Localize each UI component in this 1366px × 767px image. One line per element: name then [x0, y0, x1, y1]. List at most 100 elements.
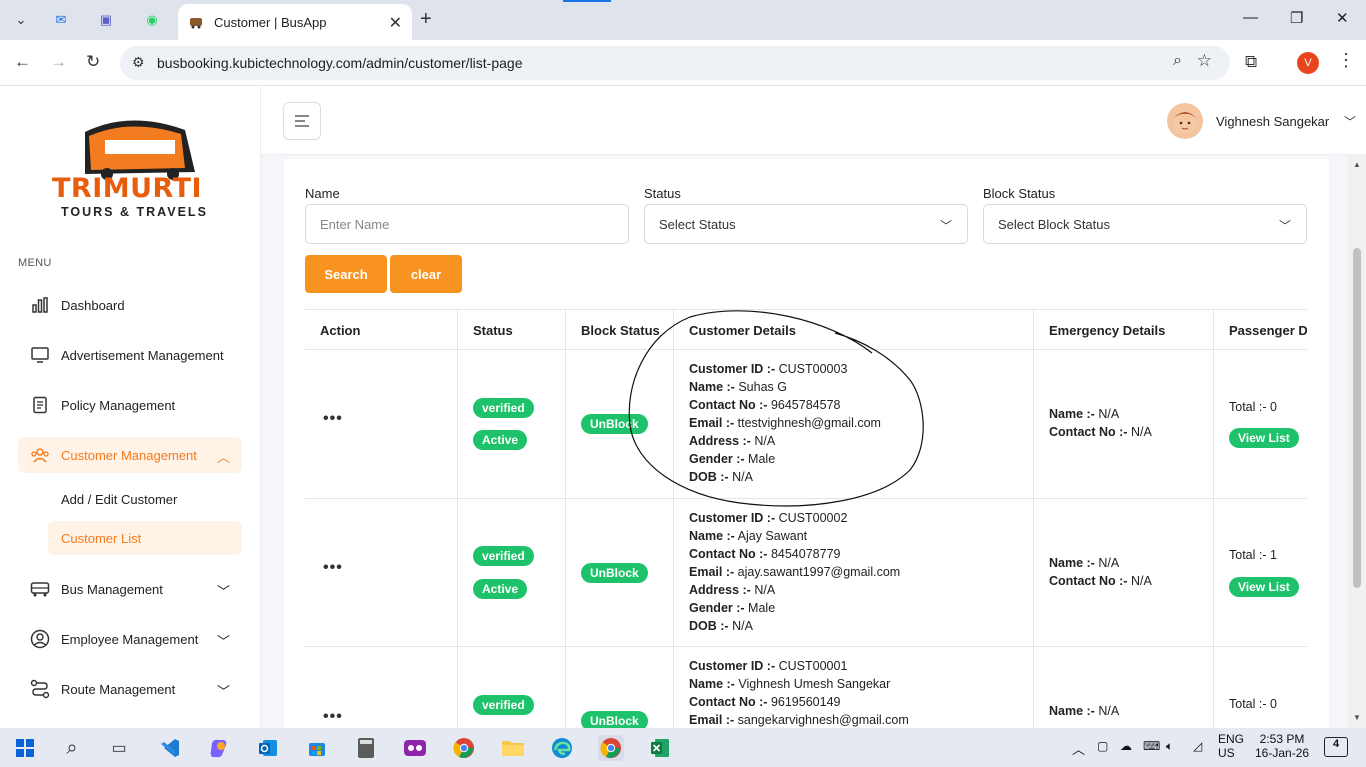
sub-item-add-edit-customer[interactable]: Add / Edit Customer — [48, 482, 242, 516]
scroll-up-icon[interactable]: ▲ — [1353, 160, 1361, 169]
extensions-icon[interactable]: ⧉ — [1245, 52, 1257, 72]
chevron-down-icon: ﹀ — [939, 219, 952, 233]
status-select-value: Select Status — [659, 216, 736, 232]
sidebar-item-label: Bus Management — [61, 581, 163, 597]
status-badge: Active — [473, 579, 528, 599]
status-select[interactable]: Select Status ﹀ — [644, 204, 968, 244]
tab-search-icon[interactable]: ⌄ — [8, 8, 34, 32]
chevron-down-icon[interactable]: ﹀ — [1344, 113, 1356, 130]
hamburger-menu-icon[interactable] — [283, 102, 321, 140]
name-input[interactable]: Enter Name — [305, 204, 629, 244]
new-tab-icon[interactable]: + — [420, 8, 432, 31]
passenger-total: Total :- 0 — [1229, 697, 1277, 711]
block-status-badge[interactable]: UnBlock — [581, 414, 648, 434]
tray-chevron-up-icon[interactable]: ︿ — [1072, 739, 1085, 758]
task-view-icon[interactable]: ▭ — [106, 735, 132, 761]
monitor-icon — [30, 345, 50, 365]
tray-weather-icon[interactable]: ☁ — [1120, 739, 1132, 753]
close-window-icon[interactable]: ✕ — [1336, 9, 1349, 27]
copilot-icon[interactable] — [206, 735, 232, 761]
block-status-badge[interactable]: UnBlock — [581, 563, 648, 583]
sidebar-item-route-management[interactable]: Route Management ﹀ — [18, 671, 242, 707]
file-explorer-icon[interactable] — [500, 735, 526, 761]
column-header-passenger-details: Passenger De — [1229, 322, 1307, 338]
zoom-icon[interactable]: ⌕ — [1173, 52, 1182, 70]
tray-device-icon[interactable]: ▢ — [1097, 739, 1108, 753]
emergency-details: Name :- N/A Contact No :- N/A — [1049, 556, 1152, 588]
search-icon[interactable]: ⌕ — [59, 735, 85, 761]
restore-icon[interactable]: ❐ — [1290, 9, 1303, 27]
outlook-icon[interactable] — [255, 735, 281, 761]
sidebar-item-bus-management[interactable]: Bus Management ﹀ — [18, 571, 242, 607]
sub-item-label: Add / Edit Customer — [61, 491, 178, 507]
scrollbar-thumb[interactable] — [1353, 248, 1361, 588]
block-status-filter-label: Block Status — [983, 186, 1056, 201]
minimize-icon[interactable]: — — [1243, 9, 1258, 26]
sidebar-item-customer-management[interactable]: Customer Management ︿ — [18, 437, 242, 473]
block-status-badge[interactable]: UnBlock — [581, 711, 648, 728]
language-code: ENG — [1218, 732, 1245, 746]
sub-item-customer-list[interactable]: Customer List — [48, 521, 242, 555]
row-divider — [305, 646, 1307, 647]
column-header-status: Status — [473, 322, 513, 338]
browser-menu-icon[interactable]: ⋮ — [1337, 50, 1355, 71]
calculator-icon[interactable] — [353, 735, 379, 761]
clear-button[interactable]: clear — [390, 255, 462, 293]
sidebar-item-label: Policy Management — [61, 397, 176, 413]
tray-keyboard-icon[interactable]: ⌨ — [1143, 739, 1160, 753]
search-button[interactable]: Search — [305, 255, 387, 293]
wifi-icon[interactable]: ◿ — [1193, 739, 1202, 753]
username[interactable]: Vighnesh Sangekar — [1216, 114, 1329, 129]
sidebar-item-employee-management[interactable]: Employee Management ﹀ — [18, 621, 242, 657]
sidebar-item-label: Advertisement Management — [61, 347, 224, 363]
block-status-select[interactable]: Select Block Status ﹀ — [983, 204, 1307, 244]
row-actions-icon[interactable]: ••• — [323, 559, 343, 577]
edge-icon[interactable] — [549, 735, 575, 761]
scroll-down-icon[interactable]: ▼ — [1353, 713, 1361, 722]
status-badge: Active — [473, 430, 528, 450]
glasses-app-icon[interactable] — [402, 735, 428, 761]
volume-icon[interactable]: 🔈︎ — [1166, 739, 1173, 754]
row-actions-icon[interactable]: ••• — [323, 708, 343, 726]
column-header-emergency-details: Emergency Details — [1049, 322, 1166, 338]
sidebar-item-policy[interactable]: Policy Management — [18, 387, 242, 423]
view-list-button[interactable]: View List — [1229, 428, 1299, 448]
tab-customer-busapp[interactable]: Customer | BusApp ✕ — [178, 4, 412, 40]
profile-avatar[interactable]: V — [1297, 52, 1319, 74]
column-divider — [1033, 310, 1034, 728]
row-actions-icon[interactable]: ••• — [323, 410, 343, 428]
chevron-up-icon: ︿ — [216, 450, 230, 465]
avatar[interactable] — [1167, 103, 1203, 139]
clock-time: 2:53 PM — [1259, 732, 1305, 746]
notification-badge[interactable]: 4 — [1324, 737, 1348, 757]
view-list-button[interactable]: View List — [1229, 577, 1299, 597]
customer-list-card: Name Enter Name Status Select Status ﹀ B… — [284, 159, 1329, 728]
taskbar: ⌕ ▭ ︿ ▢ ☁ ⌨ 🔈︎ ◿ ENG US 2:53 PM 16-Jan-2… — [0, 728, 1366, 767]
clock[interactable]: 2:53 PM 16-Jan-26 — [1255, 732, 1309, 760]
chrome-active-icon[interactable] — [598, 735, 624, 761]
chrome-icon[interactable] — [451, 735, 477, 761]
pinned-tab-teams-icon[interactable]: ▣ — [93, 8, 119, 32]
windows-start-icon[interactable] — [12, 735, 38, 761]
vscode-icon[interactable] — [157, 735, 183, 761]
forward-icon[interactable]: → — [50, 52, 67, 72]
site-info-icon[interactable]: ⚙ — [132, 54, 145, 71]
sidebar-item-advertisement[interactable]: Advertisement Management — [18, 337, 242, 373]
close-tab-icon[interactable]: ✕ — [389, 13, 402, 33]
excel-icon[interactable] — [647, 735, 673, 761]
sidebar-item-label: Employee Management — [61, 631, 199, 647]
top-header: Vighnesh Sangekar ﹀ — [261, 87, 1366, 155]
chevron-down-icon: ﹀ — [216, 684, 230, 699]
url-bar[interactable]: ⚙ busbooking.kubictechnology.com/admin/c… — [120, 46, 1230, 80]
language-indicator[interactable]: ENG US — [1218, 732, 1244, 760]
passenger-total: Total :- 0 — [1229, 400, 1277, 414]
back-icon[interactable]: ← — [14, 52, 31, 72]
pinned-tab-whatsapp-icon[interactable]: ◉ — [139, 8, 165, 32]
page-scrollbar[interactable]: ▲ ▼ — [1348, 155, 1366, 728]
sidebar-item-dashboard[interactable]: Dashboard — [18, 287, 242, 323]
pinned-tab-mail-icon[interactable]: ✉ — [48, 8, 74, 32]
store-icon[interactable] — [304, 735, 330, 761]
bookmark-star-icon[interactable]: ☆ — [1197, 51, 1212, 71]
reload-icon[interactable]: ↻ — [86, 52, 100, 72]
column-header-customer-details: Customer Details — [689, 322, 796, 338]
